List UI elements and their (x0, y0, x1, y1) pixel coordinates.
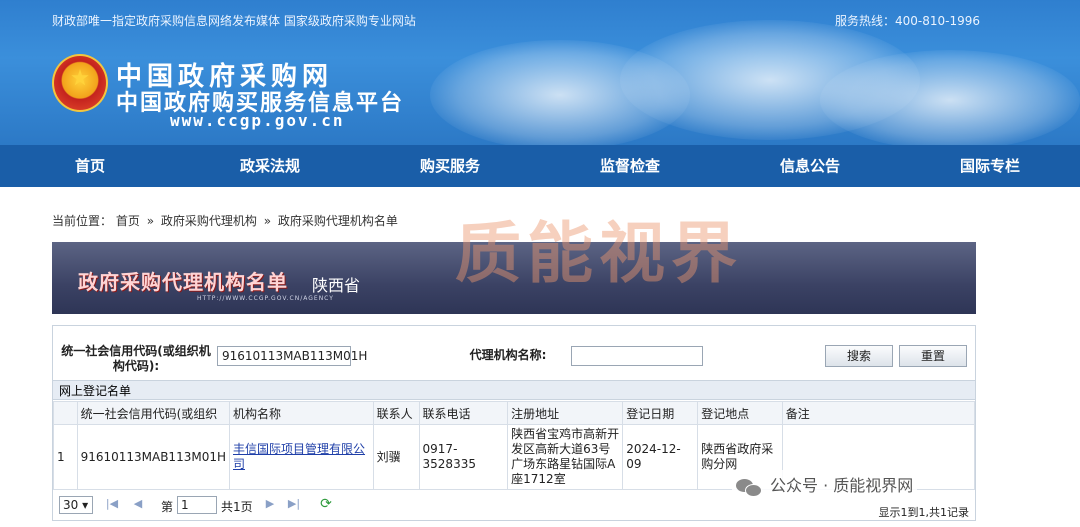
breadcrumb: 当前位置： 首页 » 政府采购代理机构 » 政府采购代理机构名单 (52, 212, 398, 229)
list-title: 网上登记名单 (53, 380, 975, 400)
reset-button[interactable]: 重置 (899, 345, 967, 367)
banner-title: 政府采购代理机构名单 (78, 270, 288, 294)
agency-name-label: 代理机构名称: (469, 348, 547, 362)
nav-item-announcements[interactable]: 信息公告 (720, 145, 900, 187)
site-header: 财政部唯一指定政府采购信息网络发布媒体 国家级政府采购专业网站 服务热线：400… (0, 0, 1080, 145)
breadcrumb-separator: » (146, 214, 155, 228)
cloud-decoration (820, 50, 1080, 145)
search-button[interactable]: 搜索 (825, 345, 893, 367)
row-date: 2024-12-09 (622, 424, 699, 490)
nav-item-supervision[interactable]: 监督检查 (540, 145, 720, 187)
column-header-address[interactable]: 注册地址 (507, 401, 624, 425)
national-emblem-icon (52, 54, 108, 112)
logo-url: www.ccgp.gov.cn (170, 111, 345, 130)
main-nav: 首页 政采法规 购买服务 监督检查 信息公告 国际专栏 (0, 145, 1080, 187)
banner-url: HTTP://WWW.CCGP.GOV.CN/AGENCY (197, 295, 334, 302)
column-header-credit-code[interactable]: 统一社会信用代码(或组织 (76, 401, 231, 425)
refresh-icon[interactable]: ⟳ (319, 497, 333, 511)
credit-code-label: 统一社会信用代码(或组织机构代码): (61, 344, 211, 373)
row-contact: 刘骥 (372, 424, 420, 490)
search-form: 统一社会信用代码(或组织机构代码): 91610113MAB113M01H 代理… (53, 334, 975, 376)
row-index: 1 (53, 424, 78, 490)
last-page-icon[interactable]: ▶| (287, 497, 301, 511)
row-agency-name-link[interactable]: 丰信国际项目管理有限公司 (229, 424, 374, 490)
breadcrumb-item-agencies[interactable]: 政府采购代理机构 (161, 214, 257, 228)
breadcrumb-item-agency-list: 政府采购代理机构名单 (277, 214, 398, 228)
agency-name-input[interactable] (571, 346, 703, 366)
page-size-value: 30 (63, 498, 79, 512)
column-header-note[interactable]: 备注 (781, 401, 976, 425)
breadcrumb-prefix: 当前位置： (52, 214, 113, 228)
header-topline: 财政部唯一指定政府采购信息网络发布媒体 国家级政府采购专业网站 服务热线：400… (52, 12, 980, 29)
nav-item-home[interactable]: 首页 (0, 145, 180, 187)
page-number-input[interactable]: 1 (177, 496, 217, 514)
nav-item-purchase-services[interactable]: 购买服务 (360, 145, 540, 187)
header-tagline: 财政部唯一指定政府采购信息网络发布媒体 国家级政府采购专业网站 (52, 14, 416, 28)
prev-page-icon[interactable]: ◀ (131, 497, 145, 511)
first-page-icon[interactable]: |◀ (105, 497, 119, 511)
column-header-date[interactable]: 登记日期 (622, 401, 699, 425)
breadcrumb-item-home[interactable]: 首页 (116, 214, 140, 228)
page-prefix: 第 (161, 500, 174, 514)
column-header-place[interactable]: 登记地点 (697, 401, 783, 425)
next-page-icon[interactable]: ▶ (263, 497, 277, 511)
table-header-row: 统一社会信用代码(或组织 机构名称 联系人 联系电话 注册地址 登记日期 登记地… (53, 401, 976, 425)
row-address: 陕西省宝鸡市高新开发区高新大道63号广场东路星钻国际A座1712室 (507, 424, 624, 490)
column-header-index (53, 401, 78, 425)
nav-item-international[interactable]: 国际专栏 (900, 145, 1080, 187)
record-info: 显示1到1,共1记录 (878, 506, 970, 519)
row-credit-code: 91610113MAB113M01H (76, 424, 231, 490)
column-header-contact[interactable]: 联系人 (372, 401, 420, 425)
page-total: 共1页 (221, 500, 253, 514)
wechat-label: 公众号 · 质能视界网 (770, 476, 914, 495)
credit-code-input[interactable]: 91610113MAB113M01H (217, 346, 367, 366)
row-phone: 0917-3528335 (418, 424, 509, 490)
wechat-overlay: 公众号 · 质能视界网 (732, 470, 918, 499)
service-hotline: 服务热线：400-810-1996 (834, 14, 980, 28)
banner-province: 陕西省 (312, 276, 361, 295)
breadcrumb-separator: » (263, 214, 272, 228)
wechat-icon (736, 477, 762, 497)
page-size-select[interactable]: 30 ▾ (59, 496, 93, 514)
column-header-phone[interactable]: 联系电话 (418, 401, 509, 425)
watermark-text: 质能视界 (455, 215, 743, 292)
nav-item-regulations[interactable]: 政采法规 (180, 145, 360, 187)
column-header-agency-name[interactable]: 机构名称 (229, 401, 374, 425)
